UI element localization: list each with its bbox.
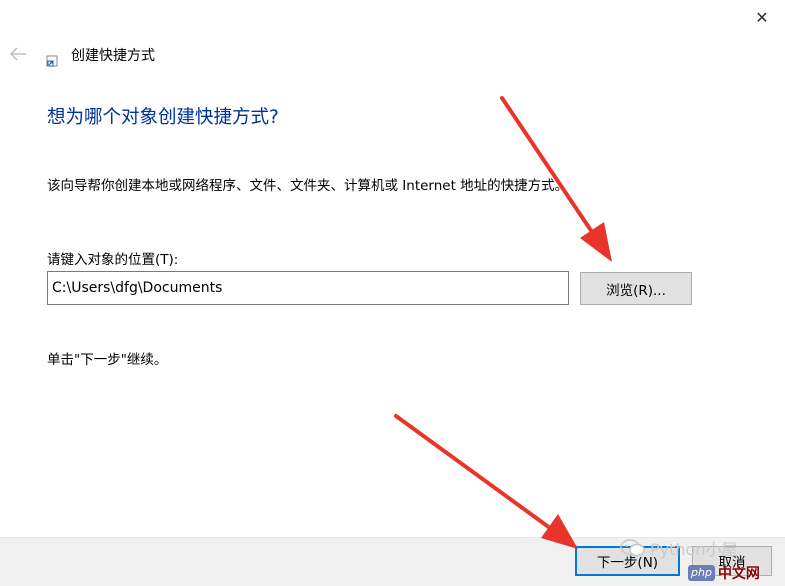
close-button[interactable]: ✕ [749,6,775,28]
wizard-description: 该向导帮你创建本地或网络程序、文件、文件夹、计算机或 Internet 地址的快… [47,178,569,194]
annotation-arrow-next [394,414,578,549]
page-heading: 想为哪个对象创建快捷方式? [47,107,279,128]
next-button[interactable]: 下一步(N) [575,546,680,576]
location-input[interactable] [47,271,569,305]
window-title: 创建快捷方式 [71,48,155,64]
back-arrow-icon [9,47,26,61]
location-label: 请键入对象的位置(T): [47,252,179,268]
browse-button[interactable]: 浏览(R)... [580,272,692,305]
back-button[interactable] [8,44,28,64]
continue-hint: 单击"下一步"继续。 [47,352,168,368]
close-icon: ✕ [755,7,769,27]
cancel-button[interactable]: 取消 [692,546,772,576]
shortcut-icon [46,55,58,67]
